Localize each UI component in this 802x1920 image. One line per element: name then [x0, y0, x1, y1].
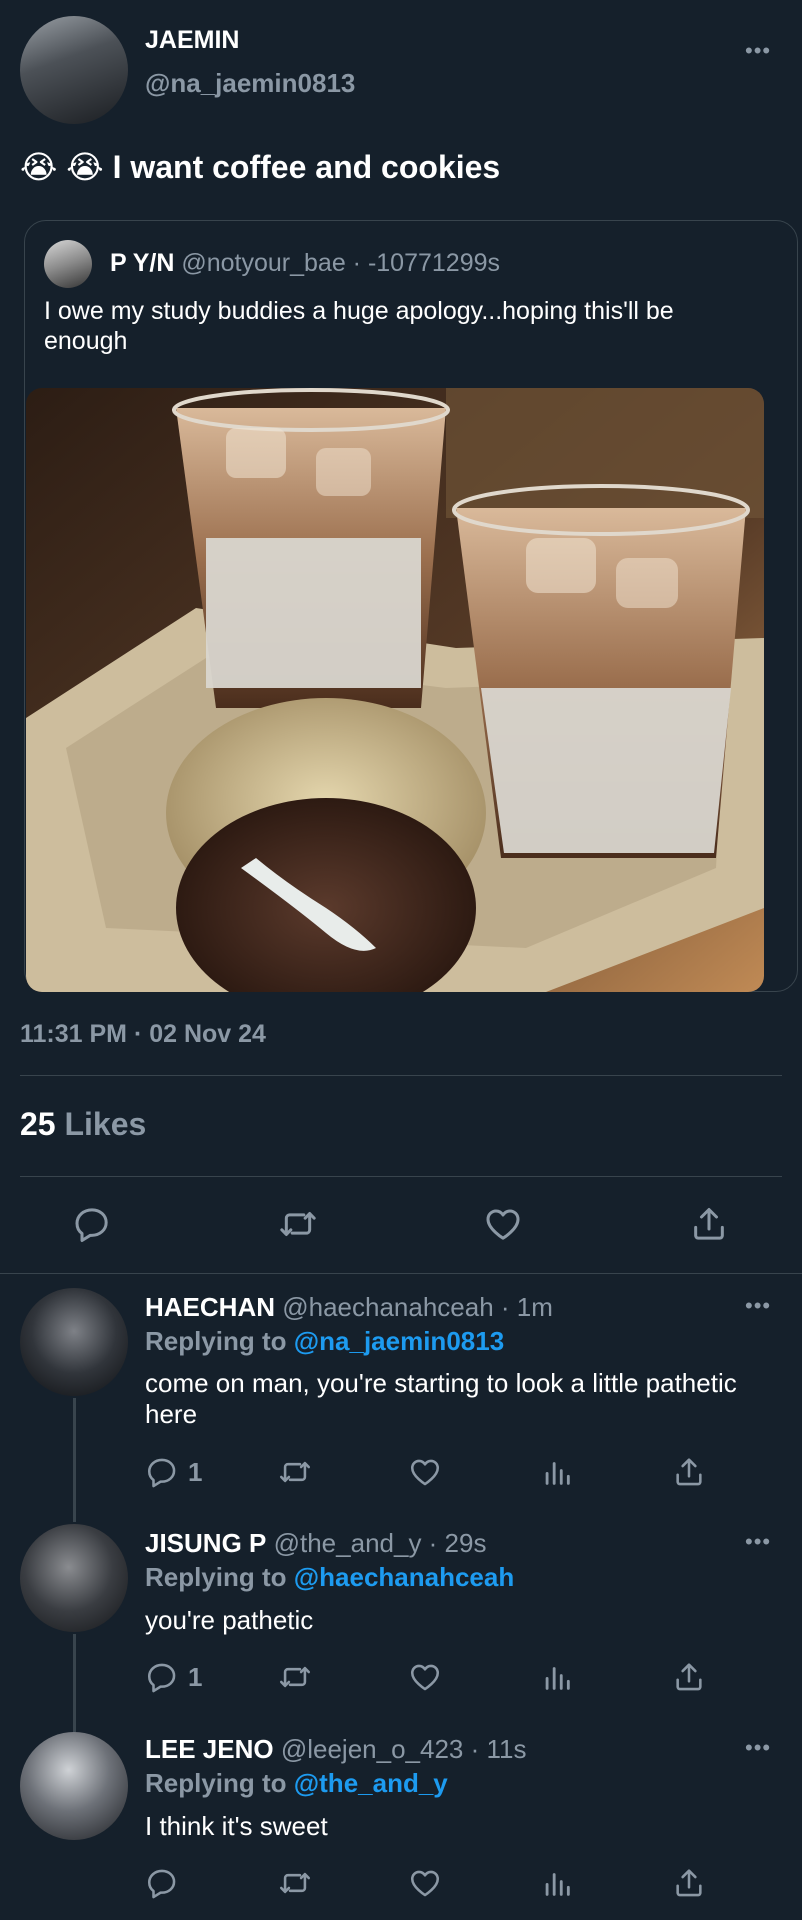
- reply-handle-time[interactable]: @leejen_o_423 · 11s: [281, 1734, 527, 1764]
- like-icon[interactable]: [408, 1660, 442, 1694]
- more-options-icon[interactable]: •••: [745, 1737, 771, 1759]
- stats-icon[interactable]: [540, 1660, 574, 1694]
- tweet-timestamp[interactable]: 11:31 PM · 02 Nov 24: [20, 1020, 266, 1049]
- replying-to: Replying to @haechanahceah: [145, 1562, 514, 1593]
- replying-to: Replying to @the_and_y: [145, 1768, 448, 1799]
- thread-line: [73, 1634, 76, 1734]
- replying-to-label: Replying to: [145, 1562, 287, 1592]
- more-options-icon[interactable]: •••: [745, 40, 771, 62]
- share-icon[interactable]: [672, 1866, 706, 1900]
- retweet-icon[interactable]: [278, 1455, 312, 1489]
- avatar[interactable]: [20, 16, 128, 124]
- reply-count: 1: [188, 1662, 203, 1692]
- share-icon[interactable]: [689, 1204, 729, 1244]
- replying-to-link[interactable]: @the_and_y: [294, 1768, 448, 1798]
- reply-header: LEE JENO @leejen_o_423 · 11s: [145, 1734, 526, 1765]
- author-display-name[interactable]: JAEMIN: [145, 26, 239, 55]
- divider: [20, 1075, 782, 1076]
- reply-display-name[interactable]: JISUNG P: [145, 1528, 266, 1558]
- avatar[interactable]: [20, 1524, 128, 1632]
- reply-icon[interactable]: [145, 1455, 179, 1489]
- tweet-text: 😭 😭 I want coffee and cookies: [20, 149, 501, 185]
- reply-text: I think it's sweet: [145, 1811, 328, 1841]
- reply-handle-time[interactable]: @the_and_y · 29s: [274, 1528, 487, 1558]
- retweet-icon[interactable]: [278, 1866, 312, 1900]
- share-icon[interactable]: [672, 1660, 706, 1694]
- reply-icon[interactable]: [72, 1204, 112, 1244]
- tweet-photo[interactable]: [26, 388, 764, 992]
- stats-icon[interactable]: [540, 1866, 574, 1900]
- replying-to-link[interactable]: @na_jaemin0813: [294, 1326, 504, 1356]
- more-options-icon[interactable]: •••: [745, 1531, 771, 1553]
- retweet-icon[interactable]: [278, 1660, 312, 1694]
- reply-display-name[interactable]: HAECHAN: [145, 1292, 275, 1322]
- stats-icon[interactable]: [540, 1455, 574, 1489]
- quoted-display-name: P Y/N: [110, 249, 175, 277]
- reply-count: 1: [188, 1457, 203, 1487]
- reply-header: HAECHAN @haechanahceah · 1m: [145, 1292, 553, 1323]
- reply-text: come on man, you're starting to look a l…: [145, 1368, 737, 1429]
- more-options-icon[interactable]: •••: [745, 1295, 771, 1317]
- likes-count: 25: [20, 1106, 56, 1142]
- like-icon[interactable]: [483, 1204, 523, 1244]
- likes-label: Likes: [64, 1106, 147, 1142]
- reply-handle-time[interactable]: @haechanahceah · 1m: [282, 1292, 553, 1322]
- reply-text: you're pathetic: [145, 1605, 314, 1635]
- like-icon[interactable]: [408, 1866, 442, 1900]
- likes-stat[interactable]: 25 Likes: [20, 1106, 146, 1143]
- quoted-header: P Y/N @notyour_bae · -10771299s: [110, 249, 500, 278]
- reply-display-name[interactable]: LEE JENO: [145, 1734, 274, 1764]
- replying-to: Replying to @na_jaemin0813: [145, 1326, 504, 1357]
- like-icon[interactable]: [408, 1455, 442, 1489]
- thread-line: [73, 1398, 76, 1522]
- replying-to-link[interactable]: @haechanahceah: [294, 1562, 514, 1592]
- avatar[interactable]: [20, 1732, 128, 1840]
- avatar[interactable]: [20, 1288, 128, 1396]
- retweet-icon[interactable]: [278, 1204, 318, 1244]
- author-handle[interactable]: @na_jaemin0813: [145, 68, 355, 99]
- share-icon[interactable]: [672, 1455, 706, 1489]
- quoted-tweet-text: I owe my study buddies a huge apology...…: [44, 297, 674, 355]
- divider: [20, 1176, 782, 1177]
- coffee-cookies-image: [26, 388, 764, 992]
- divider: [0, 1273, 802, 1274]
- avatar: [44, 240, 92, 288]
- reply-header: JISUNG P @the_and_y · 29s: [145, 1528, 486, 1559]
- quoted-handle-time: @notyour_bae · -10771299s: [181, 249, 501, 277]
- replying-to-label: Replying to: [145, 1768, 287, 1798]
- reply-icon[interactable]: [145, 1866, 179, 1900]
- replying-to-label: Replying to: [145, 1326, 287, 1356]
- reply-icon[interactable]: [145, 1660, 179, 1694]
